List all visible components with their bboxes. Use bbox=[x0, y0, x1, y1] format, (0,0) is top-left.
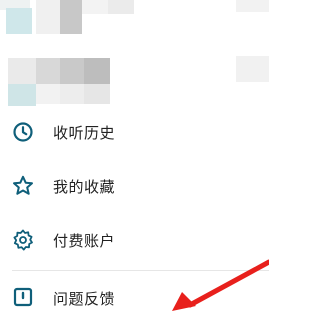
menu-item-favorites[interactable]: 我的收藏 bbox=[0, 166, 269, 206]
pixelated-block bbox=[36, 0, 60, 34]
pixelated-block bbox=[108, 0, 134, 14]
pixelated-block bbox=[36, 58, 60, 84]
pixelated-block bbox=[82, 0, 108, 14]
pixelated-block bbox=[8, 84, 36, 106]
pixelated-block bbox=[8, 58, 36, 84]
clock-icon bbox=[10, 119, 36, 145]
menu-divider bbox=[12, 270, 269, 271]
pixelated-block bbox=[236, 56, 269, 82]
pixelated-block bbox=[236, 0, 269, 12]
pixelated-block bbox=[60, 84, 84, 104]
menu-item-label: 收听历史 bbox=[53, 123, 116, 142]
menu-item-history[interactable]: 收听历史 bbox=[0, 112, 269, 152]
menu-item-label: 问题反馈 bbox=[53, 289, 116, 308]
menu-item-paid-account[interactable]: 付费账户 bbox=[0, 220, 269, 260]
gear-icon bbox=[10, 227, 36, 253]
menu-item-label: 我的收藏 bbox=[53, 177, 116, 196]
pixelated-block bbox=[60, 0, 82, 34]
menu-item-feedback[interactable]: 问题反馈 bbox=[0, 278, 269, 318]
pixelated-block bbox=[84, 58, 110, 84]
pixelated-block bbox=[60, 58, 84, 84]
pixelated-block bbox=[84, 84, 110, 104]
star-icon bbox=[10, 173, 36, 199]
pixelated-block bbox=[36, 84, 60, 104]
menu-item-label: 付费账户 bbox=[53, 231, 116, 250]
blurred-profile-header bbox=[0, 0, 269, 110]
pixelated-block bbox=[6, 8, 32, 34]
feedback-icon bbox=[10, 285, 36, 311]
